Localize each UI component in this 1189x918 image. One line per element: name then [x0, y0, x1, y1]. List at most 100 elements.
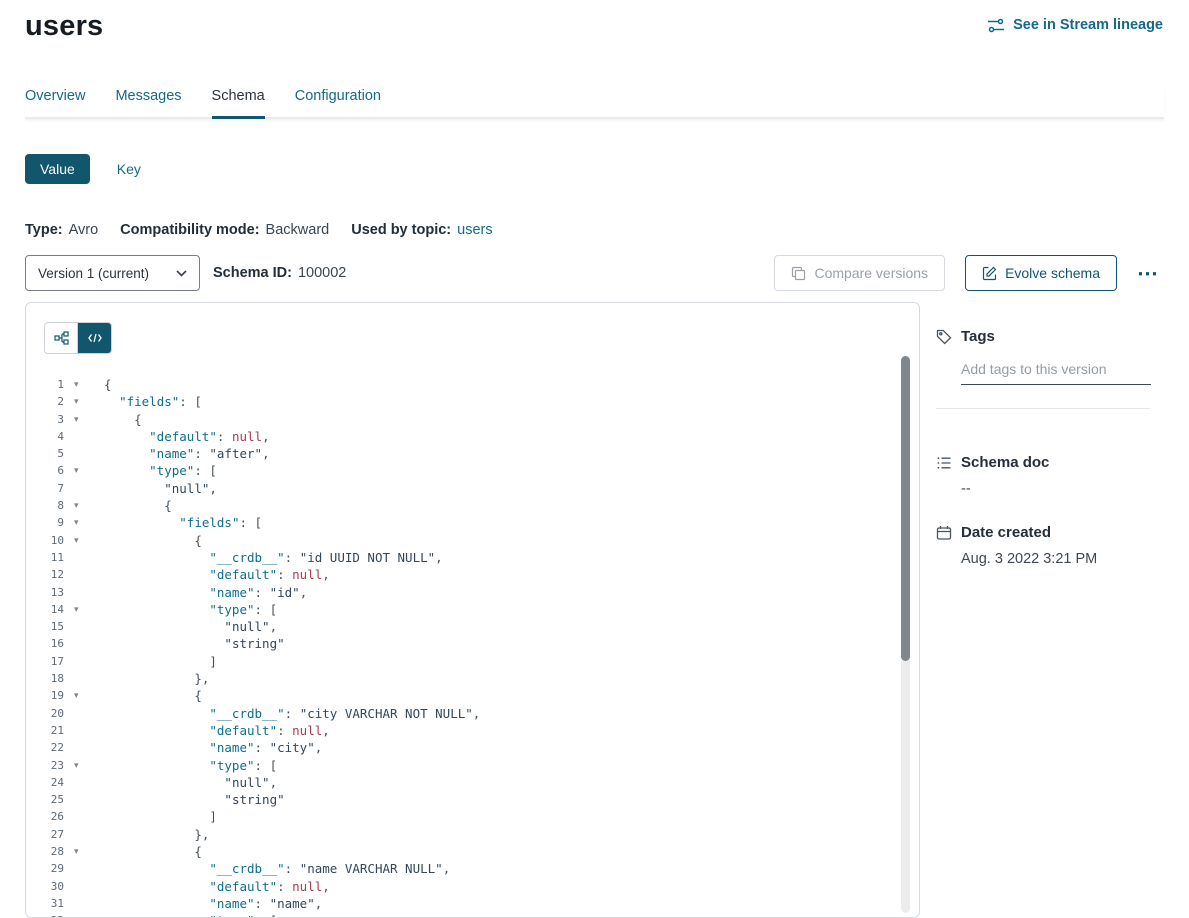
code-line: 12 "default": null,: [26, 566, 897, 583]
evolve-schema-button[interactable]: Evolve schema: [965, 255, 1117, 291]
type-label: Type:: [25, 222, 63, 238]
line-number: 8: [26, 497, 64, 514]
line-number: 17: [26, 653, 64, 670]
fold-caret-empty: [64, 428, 104, 445]
code-line: 23▾ "type": [: [26, 757, 897, 774]
code-line: 18 },: [26, 670, 897, 687]
code-text: "default": null,: [104, 428, 897, 445]
tags-section-header: Tags: [936, 328, 1164, 345]
date-created-value: Aug. 3 2022 3:21 PM: [961, 551, 1164, 567]
code-text: {: [104, 376, 897, 393]
fold-caret-icon[interactable]: ▾: [64, 912, 104, 918]
code-text: "null",: [104, 480, 897, 497]
compare-versions-button[interactable]: Compare versions: [774, 255, 945, 291]
fold-caret-icon[interactable]: ▾: [64, 462, 104, 479]
line-number: 23: [26, 757, 64, 774]
tags-title: Tags: [961, 328, 995, 345]
stream-lineage-icon: [987, 18, 1005, 33]
fold-caret-empty: [64, 774, 104, 791]
topic-link[interactable]: users: [457, 222, 492, 238]
code-line: 11 "__crdb__": "id UUID NOT NULL",: [26, 549, 897, 566]
more-options-button[interactable]: ⋯: [1133, 263, 1164, 284]
fold-caret-icon[interactable]: ▾: [64, 687, 104, 704]
line-number: 32: [26, 912, 64, 918]
line-number: 29: [26, 860, 64, 877]
code-text: "__crdb__": "name VARCHAR NULL",: [104, 860, 897, 877]
fold-caret-icon[interactable]: ▾: [64, 843, 104, 860]
code-text: ]: [104, 808, 897, 825]
code-line: 2▾ "fields": [: [26, 393, 897, 410]
evolve-schema-label: Evolve schema: [1005, 265, 1100, 281]
fold-caret-empty: [64, 808, 104, 825]
fold-caret-empty: [64, 705, 104, 722]
code-line: 8▾ {: [26, 497, 897, 514]
sidebar-divider: [936, 408, 1150, 409]
line-number: 20: [26, 705, 64, 722]
fold-caret-empty: [64, 635, 104, 652]
code-line: 25 "string": [26, 791, 897, 808]
tab-overview[interactable]: Overview: [25, 88, 85, 117]
code-line: 6▾ "type": [: [26, 462, 897, 479]
line-number: 9: [26, 514, 64, 531]
tab-messages[interactable]: Messages: [115, 88, 181, 117]
value-toggle-button[interactable]: Value: [25, 154, 90, 184]
line-number: 27: [26, 826, 64, 843]
fold-caret-icon[interactable]: ▾: [64, 601, 104, 618]
fold-caret-icon[interactable]: ▾: [64, 514, 104, 531]
code-line: 27 },: [26, 826, 897, 843]
editor-view-toggle: [44, 322, 112, 354]
value-key-toggle: Value Key: [25, 154, 1164, 184]
line-number: 28: [26, 843, 64, 860]
code-text: {: [104, 687, 897, 704]
date-created-section: Date created Aug. 3 2022 3:21 PM: [936, 524, 1164, 567]
code-line: 32▾ "type": [: [26, 912, 897, 918]
code-line: 10▾ {: [26, 532, 897, 549]
fold-caret-icon[interactable]: ▾: [64, 376, 104, 393]
fold-caret-icon[interactable]: ▾: [64, 757, 104, 774]
code-line: 30 "default": null,: [26, 878, 897, 895]
tree-view-button[interactable]: [45, 323, 78, 353]
fold-caret-icon[interactable]: ▾: [64, 411, 104, 428]
tags-input[interactable]: [961, 361, 1151, 385]
code-line: 13 "name": "id",: [26, 584, 897, 601]
code-line: 3▾ {: [26, 411, 897, 428]
fold-caret-icon[interactable]: ▾: [64, 497, 104, 514]
line-number: 22: [26, 739, 64, 756]
fold-caret-icon[interactable]: ▾: [64, 393, 104, 410]
code-line: 1▾{: [26, 376, 897, 393]
stream-lineage-link[interactable]: See in Stream lineage: [987, 17, 1163, 33]
schema-editor-panel: 1▾{2▾ "fields": [3▾ {4 "default": null,5…: [25, 302, 920, 918]
code-line: 5 "name": "after",: [26, 445, 897, 462]
code-text: {: [104, 843, 897, 860]
scrollbar[interactable]: [901, 356, 910, 913]
schema-id-value: 100002: [298, 265, 346, 281]
schema-id-label: Schema ID:: [213, 265, 292, 281]
code-view-button[interactable]: [78, 323, 111, 353]
key-toggle-button[interactable]: Key: [102, 154, 156, 184]
line-number: 15: [26, 618, 64, 635]
schema-json-editor[interactable]: 1▾{2▾ "fields": [3▾ {4 "default": null,5…: [26, 376, 897, 918]
fold-caret-empty: [64, 722, 104, 739]
code-text: {: [104, 411, 897, 428]
edit-icon: [982, 266, 997, 281]
tab-configuration[interactable]: Configuration: [295, 88, 381, 117]
code-view-icon: [88, 332, 102, 344]
version-select[interactable]: Version 1 (current): [25, 255, 200, 291]
tab-bar: Overview Messages Schema Configuration: [25, 87, 1164, 119]
fold-caret-empty: [64, 826, 104, 843]
code-text: },: [104, 670, 897, 687]
fold-caret-icon[interactable]: ▾: [64, 532, 104, 549]
scrollbar-thumb[interactable]: [901, 356, 910, 661]
fold-caret-empty: [64, 860, 104, 877]
topic-meta: Used by topic:users: [351, 222, 492, 238]
line-number: 30: [26, 878, 64, 895]
tab-schema[interactable]: Schema: [212, 88, 265, 117]
code-line: 26 ]: [26, 808, 897, 825]
line-number: 4: [26, 428, 64, 445]
line-number: 31: [26, 895, 64, 912]
code-line: 19▾ {: [26, 687, 897, 704]
type-value: Avro: [69, 222, 99, 238]
compatibility-meta: Compatibility mode:Backward: [120, 222, 329, 238]
code-line: 28▾ {: [26, 843, 897, 860]
code-text: "type": [: [104, 601, 897, 618]
